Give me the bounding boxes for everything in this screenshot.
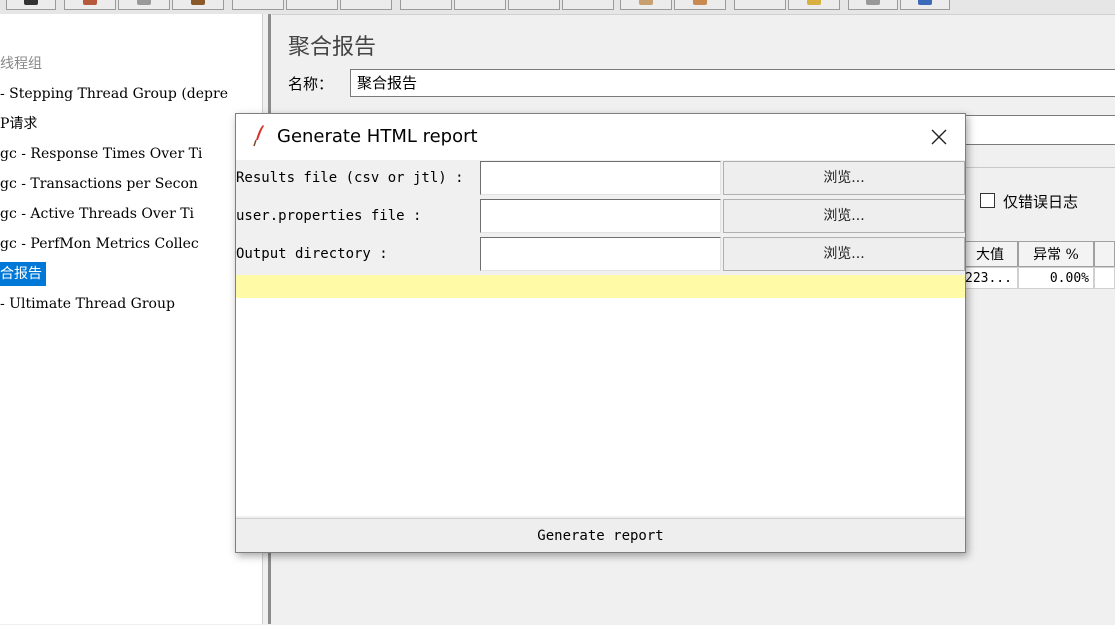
errors-only-checkbox[interactable]: 仅错误日志: [980, 191, 1078, 212]
toolbar-button[interactable]: [620, 0, 672, 10]
toolbar-button[interactable]: [848, 0, 898, 10]
test-plan-tree: 线程组 - Stepping Thread Group (depre P请求 g…: [0, 14, 262, 624]
toolbar-icon: [24, 0, 38, 5]
tree-item-stepping-thread-group[interactable]: - Stepping Thread Group (depre: [0, 82, 228, 106]
tree-item-active-threads[interactable]: gc - Active Threads Over Ti: [0, 202, 194, 226]
tree-item-transactions-per-second[interactable]: gc - Transactions per Secon: [0, 172, 198, 196]
toolbar-button[interactable]: [340, 0, 392, 10]
column-header-error-pct[interactable]: 异常 %: [1018, 241, 1094, 267]
results-file-input[interactable]: [480, 161, 721, 195]
toolbar-button[interactable]: [172, 0, 224, 10]
name-label: 名称：: [288, 75, 334, 93]
table-cell-max: 223...: [962, 267, 1018, 289]
user-properties-file-input[interactable]: [480, 199, 721, 233]
toolbar-button[interactable]: [454, 0, 506, 10]
toolbar-button[interactable]: [6, 0, 56, 10]
message-bar: [236, 275, 965, 298]
tree-item-ultimate-thread-group[interactable]: - Ultimate Thread Group: [0, 292, 175, 316]
output-directory-browse-button[interactable]: 浏览...: [723, 237, 965, 271]
tree-item-aggregate-report[interactable]: 合报告: [0, 262, 46, 286]
close-icon[interactable]: [919, 122, 959, 152]
toolbar-button[interactable]: [118, 0, 170, 10]
results-file-browse-button[interactable]: 浏览...: [723, 161, 965, 195]
toolbar-button[interactable]: [64, 0, 116, 10]
toolbar-button[interactable]: [734, 0, 786, 10]
toolbar-icon: [866, 0, 880, 5]
dialog-title: Generate HTML report: [277, 126, 478, 147]
errors-only-label: 仅错误日志: [1003, 193, 1079, 211]
column-header-max[interactable]: 大值: [962, 241, 1018, 267]
output-directory-input[interactable]: [480, 237, 721, 271]
dialog-titlebar[interactable]: Generate HTML report: [236, 114, 965, 160]
name-field[interactable]: 聚合报告: [350, 69, 1115, 97]
generate-report-button[interactable]: Generate report: [236, 518, 965, 552]
toolbar-button[interactable]: [232, 0, 284, 10]
toolbar-button[interactable]: [400, 0, 452, 10]
results-file-label: Results file (csv or jtl) :: [236, 170, 464, 186]
checkbox-box[interactable]: [980, 193, 995, 208]
tree-item-response-times[interactable]: gc - Response Times Over Ti: [0, 142, 202, 166]
page-title: 聚合报告: [288, 35, 377, 60]
toolbar: [0, 0, 1115, 15]
toolbar-icon: [693, 0, 707, 5]
toolbar-button[interactable]: [508, 0, 560, 10]
toolbar-icon: [83, 0, 97, 5]
column-header-next[interactable]: [1094, 241, 1115, 267]
generate-html-report-dialog: Generate HTML report Results file (csv o…: [235, 113, 966, 553]
table-cell-next: [1094, 267, 1115, 289]
feather-icon: [253, 125, 264, 147]
user-properties-browse-button[interactable]: 浏览...: [723, 199, 965, 233]
tree-item-thread-group[interactable]: 线程组: [0, 52, 42, 76]
tree-item-perfmon-metrics[interactable]: gc - PerfMon Metrics Collec: [0, 232, 199, 256]
toolbar-icon: [918, 0, 932, 5]
toolbar-button[interactable]: [286, 0, 338, 10]
toolbar-button[interactable]: [788, 0, 840, 10]
toolbar-icon: [807, 0, 821, 5]
toolbar-button[interactable]: [674, 0, 726, 10]
toolbar-icon: [639, 0, 653, 5]
table-cell-error-pct: 0.00%: [1018, 267, 1094, 289]
user-properties-file-label: user.properties file :: [236, 208, 422, 224]
toolbar-icon: [191, 0, 205, 5]
tree-item-http-request[interactable]: P请求: [0, 112, 37, 136]
toolbar-button[interactable]: [900, 0, 950, 10]
toolbar-icon: [137, 0, 151, 5]
output-directory-label: Output directory :: [236, 246, 388, 262]
output-log-area[interactable]: [236, 298, 965, 516]
toolbar-button[interactable]: [562, 0, 614, 10]
